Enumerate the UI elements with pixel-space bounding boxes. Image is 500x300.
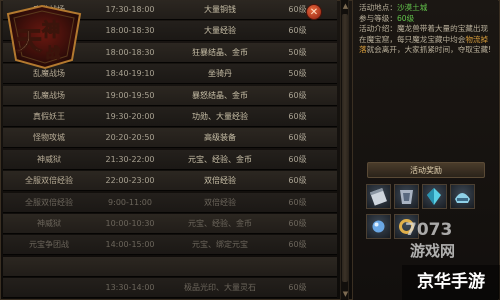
event-time-cell: 18:00-18:30 xyxy=(105,26,155,36)
event-name-cell: 全服双倍经验 xyxy=(25,197,73,207)
reward-slot-1[interactable] xyxy=(366,184,391,209)
event-level-cell: 50级 xyxy=(288,47,307,57)
desc-label: 活动介绍： xyxy=(359,24,397,33)
event-time-cell: 21:30-22:00 xyxy=(105,154,155,164)
event-reward-cell: 大量经验 xyxy=(204,26,236,36)
event-level-cell: 60级 xyxy=(288,154,307,164)
event-reward-cell: 极品光印、大量灵石 xyxy=(184,283,256,293)
table-row[interactable]: 全服双倍经验 9:00-11:00 双倍经验 60级 xyxy=(3,192,337,213)
event-time-cell: 18:00-18:30 xyxy=(105,47,155,57)
level-value: 60级 xyxy=(396,13,415,23)
event-level-cell: 60级 xyxy=(288,283,307,293)
event-description: 活动地点：沙漠土城 参与等级：60级 活动介绍：魔龙兽带着大量的宝藏出现在魔宝窟… xyxy=(359,3,495,56)
level-label: 参与等级： xyxy=(359,13,397,23)
table-row[interactable]: 乱魔战场 19:00-19:50 暴怒结晶、金币 60级 xyxy=(3,85,337,106)
table-row[interactable] xyxy=(3,256,337,277)
event-level-cell: 60级 xyxy=(288,26,307,36)
reward-title: 活动奖励 xyxy=(367,162,485,178)
reward-slot-2[interactable] xyxy=(394,184,419,209)
table-scrollbar[interactable]: ▲ ▼ xyxy=(340,0,349,300)
reward-slot-5[interactable] xyxy=(366,214,391,239)
table-row[interactable]: 神威狱 21:30-22:00 元宝、经验、金币 60级 xyxy=(3,149,337,170)
event-reward-cell: 狂暴结晶、金币 xyxy=(192,47,248,57)
event-reward-cell: 元宝、经验、金币 xyxy=(188,219,252,228)
event-level-cell: 60级 xyxy=(288,219,307,228)
table-row[interactable]: 元宝争团战 14:00-15:00 元宝、绑定元宝 60级 xyxy=(3,235,337,256)
event-level-cell: 60级 xyxy=(288,197,307,207)
event-time-cell: 20:20-20:50 xyxy=(105,133,155,143)
event-level-cell: 60级 xyxy=(288,240,307,250)
reward-slot-3[interactable] xyxy=(422,184,447,209)
event-level-cell: 60级 xyxy=(288,90,307,100)
event-reward-cell: 功勋、大量经验 xyxy=(192,112,248,121)
scroll-item-icon xyxy=(369,188,387,206)
helmet-item-icon xyxy=(455,193,470,203)
event-level-cell: 60级 xyxy=(288,176,307,186)
event-name-cell: 元宝争团战 xyxy=(29,240,69,250)
event-time-cell: 14:00-15:00 xyxy=(105,240,155,250)
table-row[interactable]: 真假妖王 19:30-20:00 功勋、大量经验 60级 xyxy=(3,107,337,127)
table-row[interactable]: 神威狱 10:00-10:30 元宝、经验、金币 60级 xyxy=(3,214,337,234)
svg-text:天: 天 xyxy=(16,27,42,57)
event-name-cell: 全服双倍经验 xyxy=(25,176,73,186)
event-reward-cell: 坐骑丹 xyxy=(208,69,232,79)
event-time-cell: 17:30-18:00 xyxy=(105,5,155,14)
location-label: 活动地点： xyxy=(359,3,397,12)
watermark-number: 7073 xyxy=(405,220,453,240)
gem-item-icon xyxy=(372,220,385,233)
event-level-cell: 60级 xyxy=(288,133,307,143)
event-level-cell: 60级 xyxy=(288,112,307,121)
event-time-cell: 13:30-14:00 xyxy=(105,283,155,293)
event-name-cell: 怪物攻城 xyxy=(33,133,65,143)
event-time-cell: 22:00-23:00 xyxy=(105,176,155,186)
scroll-down-arrow-icon[interactable]: ▼ xyxy=(341,289,350,299)
event-name-cell: 乱魔战场 xyxy=(33,90,65,100)
event-time-cell: 18:40-19:10 xyxy=(105,69,155,79)
table-row[interactable]: 13:30-14:00 极品光印、大量灵石 60级 xyxy=(3,278,337,299)
svg-text:战: 战 xyxy=(46,45,60,62)
event-time-cell: 19:00-19:50 xyxy=(105,90,155,100)
event-reward-cell: 元宝、绑定元宝 xyxy=(192,240,248,250)
event-reward-cell: 暴怒结晶、金币 xyxy=(192,90,248,100)
event-reward-cell: 元宝、经验、金币 xyxy=(188,154,252,164)
event-time-cell: 10:00-10:30 xyxy=(105,219,155,228)
desc-part2: 就会离开，大家抓紧时间，夺取宝藏! xyxy=(366,45,492,54)
scroll-up-arrow-icon[interactable]: ▲ xyxy=(341,1,350,11)
table-row[interactable]: 怪物攻城 20:20-20:50 高级装备 60级 xyxy=(3,128,337,149)
event-name-cell: 神威狱 xyxy=(37,219,61,228)
event-level-cell: 50级 xyxy=(288,69,307,79)
event-reward-cell: 大量铜钱 xyxy=(204,5,236,14)
table-row[interactable]: 全服双倍经验 22:00-23:00 双倍经验 60级 xyxy=(3,171,337,192)
location-value: 沙漠土城 xyxy=(396,3,428,12)
scroll-thumb[interactable] xyxy=(342,14,348,282)
site-watermark: 京华手游 xyxy=(402,265,500,300)
svg-text:神: 神 xyxy=(42,19,60,41)
reward-slot-4[interactable] xyxy=(450,184,475,209)
armor-item-icon xyxy=(400,190,413,204)
event-time-cell: 19:30-20:00 xyxy=(105,112,155,121)
watermark-text: 游戏网 xyxy=(410,242,456,260)
crystal-item-icon xyxy=(427,188,441,205)
event-time-cell: 9:00-11:00 xyxy=(108,197,152,207)
event-reward-cell: 双倍经验 xyxy=(204,197,236,207)
event-name-cell: 神威狱 xyxy=(37,154,61,164)
game-logo-emblem: 天 神 战 xyxy=(6,4,82,70)
event-reward-cell: 双倍经验 xyxy=(204,176,236,186)
event-reward-cell: 高级装备 xyxy=(204,133,236,143)
close-button[interactable]: ✕ xyxy=(306,4,322,20)
event-name-cell: 真假妖王 xyxy=(33,112,65,121)
